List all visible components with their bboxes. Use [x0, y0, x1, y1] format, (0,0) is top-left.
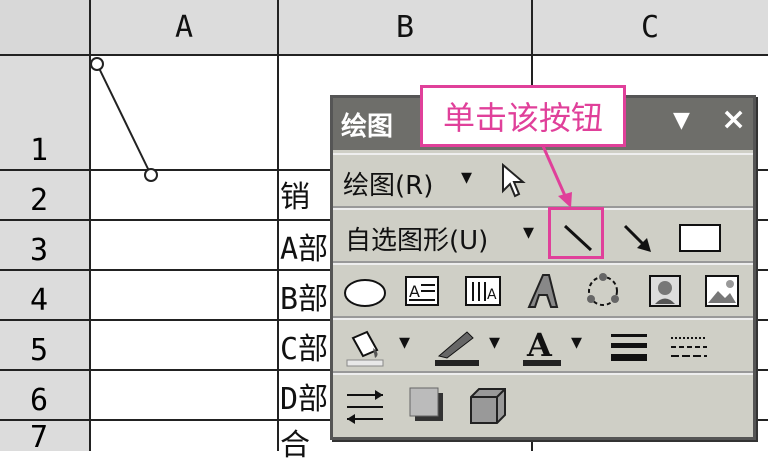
- toolbar-row-draw-menu: 绘图(R) ▾: [333, 153, 753, 208]
- row-header-6[interactable]: 6: [0, 370, 90, 420]
- row-header-7[interactable]: 7: [0, 420, 90, 455]
- wordart-icon[interactable]: [523, 271, 563, 311]
- vertical-text-box-icon[interactable]: A: [463, 273, 505, 311]
- toolbar-title: 绘图: [341, 112, 394, 142]
- line-color-icon[interactable]: [433, 328, 483, 368]
- autoshapes-menu-button[interactable]: 自选图形(U): [345, 220, 488, 257]
- rectangle-tool-icon[interactable]: [677, 220, 725, 256]
- shadow-style-icon[interactable]: [407, 385, 447, 425]
- arrow-tool-icon[interactable]: [619, 220, 659, 256]
- draw-menu-arrow-icon[interactable]: ▾: [461, 165, 472, 190]
- column-header-a[interactable]: A: [90, 0, 278, 55]
- cell-b5[interactable]: C部: [280, 324, 328, 368]
- toolbar-row-effects: [333, 373, 753, 437]
- cell-b3[interactable]: A部: [280, 224, 328, 268]
- row-header-1[interactable]: 1: [0, 55, 90, 170]
- toolbar-row-autoshapes: 自选图形(U) ▾: [333, 208, 753, 263]
- svg-text:A: A: [409, 282, 420, 301]
- 3d-style-icon[interactable]: [467, 385, 509, 427]
- fill-color-arrow-icon[interactable]: ▾: [399, 330, 410, 355]
- fill-color-icon[interactable]: [343, 328, 387, 368]
- arrow-style-icon[interactable]: [343, 387, 387, 427]
- line-button-highlight: [548, 207, 604, 259]
- drawn-line-shape[interactable]: [88, 55, 168, 185]
- grid-line: [277, 0, 279, 451]
- column-header-b[interactable]: B: [278, 0, 532, 55]
- svg-text:A: A: [487, 287, 497, 303]
- cell-b7[interactable]: 合: [280, 420, 310, 464]
- autoshapes-arrow-icon[interactable]: ▾: [523, 220, 534, 245]
- cell-b2[interactable]: 销: [280, 172, 310, 216]
- dash-style-icon[interactable]: [667, 330, 711, 364]
- diagram-icon[interactable]: [583, 271, 623, 311]
- row-header-5[interactable]: 5: [0, 320, 90, 370]
- toolbar-options-icon[interactable]: ▼: [673, 108, 690, 133]
- clip-art-icon[interactable]: [647, 273, 685, 311]
- cell-b6[interactable]: D部: [280, 374, 328, 418]
- insert-picture-icon[interactable]: [703, 273, 743, 311]
- instruction-callout: 单击该按钮: [420, 85, 626, 147]
- row-header-4[interactable]: 4: [0, 270, 90, 320]
- toolbar-row-shapes: A A: [333, 263, 753, 318]
- font-color-arrow-icon[interactable]: ▾: [571, 330, 582, 355]
- font-color-icon[interactable]: A: [521, 326, 563, 368]
- close-icon[interactable]: ×: [721, 102, 746, 137]
- cell-b4[interactable]: B部: [280, 274, 328, 318]
- line-style-icon[interactable]: [607, 330, 651, 364]
- oval-tool-icon[interactable]: [343, 275, 389, 311]
- select-all-corner[interactable]: [0, 0, 90, 55]
- column-header-c[interactable]: C: [532, 0, 768, 55]
- toolbar-row-colors: ▾ ▾ A ▾: [333, 318, 753, 373]
- select-objects-icon[interactable]: [499, 163, 527, 199]
- line-color-arrow-icon[interactable]: ▾: [489, 330, 500, 355]
- svg-text:A: A: [526, 326, 553, 364]
- row-header-3[interactable]: 3: [0, 220, 90, 270]
- text-box-icon[interactable]: A: [403, 273, 443, 311]
- draw-menu-button[interactable]: 绘图(R): [343, 165, 433, 202]
- row-header-2[interactable]: 2: [0, 170, 90, 220]
